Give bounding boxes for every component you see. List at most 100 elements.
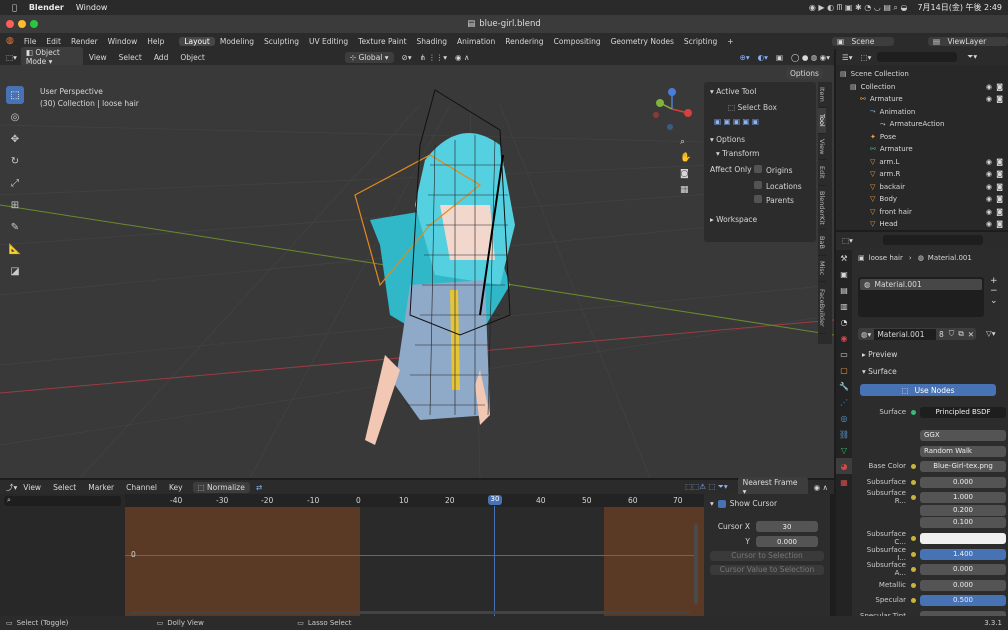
data-tab-icon[interactable]: ▽ [836, 442, 852, 458]
material-users-count[interactable]: 8 [936, 330, 947, 339]
fake-user-shield-icon[interactable]: ⛉ [947, 329, 957, 339]
render-camera-icon[interactable]: ◙ [996, 95, 1003, 103]
tab-rendering[interactable]: Rendering [500, 37, 548, 46]
timeline-menu-view[interactable]: View [17, 483, 47, 492]
render-tab-icon[interactable]: ▣ [836, 266, 852, 282]
socket-dot-icon[interactable] [911, 535, 916, 541]
visibility-eye-icon[interactable]: ◉ [986, 220, 992, 228]
shader-row-field[interactable] [920, 532, 1006, 544]
surface-panel-header[interactable]: ▾ Surface [862, 367, 897, 376]
viewport-menu-select[interactable]: Select [113, 53, 148, 62]
use-nodes-button[interactable]: ⬚ Use Nodes [860, 384, 996, 396]
outliner-row[interactable]: ✦ Pose [836, 131, 1008, 144]
scale-tool-icon[interactable]: ⤢ [6, 174, 24, 192]
tab-layout[interactable]: Layout [179, 36, 215, 46]
view-layer-tab-icon[interactable]: ▥ [836, 298, 852, 314]
tab-item[interactable]: Item [818, 82, 826, 108]
current-frame-indicator[interactable]: 30 [488, 495, 502, 505]
menu-file[interactable]: File [19, 37, 42, 46]
render-camera-icon[interactable]: ◙ [996, 220, 1003, 228]
shader-row-field[interactable]: 0.200 [920, 504, 1006, 516]
duplicate-material-icon[interactable]: ⧉ [956, 329, 965, 339]
navigation-gizmo[interactable] [650, 87, 694, 131]
transform-header[interactable]: ▾ Transform [704, 146, 816, 161]
object-tab-icon[interactable]: ▢ [836, 362, 852, 378]
outliner-row[interactable]: ▤ Collection ◉ ◙ [836, 81, 1008, 94]
render-camera-icon[interactable]: ◙ [996, 170, 1003, 178]
remove-slot-button[interactable]: − [990, 286, 998, 296]
parents-checkbox[interactable]: Parents [704, 193, 816, 207]
playhead-line[interactable] [494, 506, 495, 616]
render-camera-icon[interactable]: ◙ [996, 195, 1003, 203]
grid-icon[interactable]: ▦ [680, 185, 691, 195]
material-slot-list[interactable]: ◍ Material.001 [858, 277, 984, 317]
socket-dot-icon[interactable] [911, 494, 916, 500]
show-cursor-checkbox[interactable]: ▾ Show Cursor [704, 494, 830, 513]
tab-geometry-nodes[interactable]: Geometry Nodes [606, 37, 679, 46]
proportional-edit-icon[interactable]: ◉ ∧ [808, 483, 834, 492]
annotate-tool-icon[interactable]: ✎ [6, 218, 24, 236]
cursor-tool-icon[interactable]: ◎ [6, 108, 24, 126]
blender-logo-icon[interactable]: ◍ [0, 36, 19, 46]
apple-icon[interactable]:  [12, 3, 17, 12]
measure-tool-icon[interactable]: 📐 [6, 240, 24, 258]
outliner-search-input[interactable] [877, 52, 958, 62]
cursor-to-selection-button[interactable]: Cursor to Selection [710, 551, 824, 561]
shader-row-field[interactable]: Blue-Girl-tex.png [920, 460, 1006, 472]
minimize-window-button[interactable] [18, 20, 26, 28]
outliner-filter-icon[interactable]: ⬚▾ [861, 53, 872, 62]
visibility-eye-icon[interactable]: ◉ [986, 195, 992, 203]
constraints-tab-icon[interactable]: ⛓ [836, 426, 852, 442]
shader-row-field[interactable]: Random Walk [920, 445, 1006, 457]
viewport-menu-object[interactable]: Object [174, 53, 210, 62]
visibility-eye-icon[interactable]: ◉ [986, 183, 992, 191]
unlink-material-close-icon[interactable]: ✕ [966, 330, 976, 339]
tab-compositing[interactable]: Compositing [549, 37, 606, 46]
viewport-menu-add[interactable]: Add [148, 53, 175, 62]
viewlayer-selector[interactable]: ▤ ViewLayer [928, 36, 1008, 46]
shader-row-field[interactable]: 0.000 [920, 476, 1006, 488]
render-camera-icon[interactable]: ◙ [996, 208, 1003, 216]
shader-row-field[interactable]: 0.000 [920, 563, 1006, 575]
clock[interactable]: 7月14日(金) 午後 2:49 [917, 2, 1002, 13]
normalize-toggle[interactable]: ⬚ Normalize [192, 481, 250, 493]
pivot-icon[interactable]: ⊘▾ [394, 53, 412, 62]
scene-selector[interactable]: ▣ Scene [832, 36, 894, 46]
shading-modes[interactable]: ◯ ● ◍ ◉▾ [787, 53, 834, 62]
shader-row-field[interactable]: Principled BSDF [920, 406, 1006, 418]
zoom-icon[interactable]: ⌕ [680, 137, 691, 147]
status-icons[interactable]: ◉ ▶ ◐ ᗰ ▣ ✱ ◔ ◡ ▤ ⌕ ◒ [809, 3, 908, 13]
tab-shading[interactable]: Shading [412, 37, 452, 46]
link-funnel-icon[interactable]: ▽▾ [986, 329, 996, 338]
material-name-field[interactable]: Material.001 [874, 328, 936, 340]
overlay-icon[interactable]: ◐▾ [754, 53, 772, 62]
tab-texture-paint[interactable]: Texture Paint [353, 37, 411, 46]
timeline-menu-select[interactable]: Select [47, 483, 82, 492]
tab-misc[interactable]: Misc [818, 256, 826, 282]
cursor-y-field[interactable]: 0.000 [756, 536, 818, 547]
visibility-eye-icon[interactable]: ◉ [986, 83, 992, 91]
outliner-row[interactable]: ▽ Head ◉ ◙ [836, 218, 1008, 231]
socket-dot-icon[interactable] [911, 597, 916, 603]
locations-checkbox[interactable]: Locations [704, 179, 816, 193]
outliner-row[interactable]: ▽ Body ◉ ◙ [836, 193, 1008, 206]
active-tool-header[interactable]: ▾ Active Tool [704, 82, 816, 101]
visibility-eye-icon[interactable]: ◉ [986, 208, 992, 216]
modifier-tab-icon[interactable]: 🔧 [836, 378, 852, 394]
select-mode-icons[interactable]: ▣ ▣ ▣ ▣ ▣ [704, 114, 816, 129]
move-tool-icon[interactable]: ✥ [6, 130, 24, 148]
socket-dot-icon[interactable] [911, 479, 916, 485]
add-slot-button[interactable]: + [990, 276, 998, 286]
transform-tool-icon[interactable]: ⊞ [6, 196, 24, 214]
outliner-row[interactable]: ▤ Scene Collection [836, 68, 1008, 81]
outliner-row[interactable]: ⤳ ArmatureAction [836, 118, 1008, 131]
material-datablock[interactable]: ◍▾ Material.001 8 ⛉ ⧉ ✕ [858, 328, 976, 340]
graph-editor-icon[interactable]: ⤴▾ [0, 482, 17, 493]
rotate-tool-icon[interactable]: ↻ [6, 152, 24, 170]
outliner-editor-icon[interactable]: ☰▾ [842, 53, 853, 62]
menu-window[interactable]: Window [103, 37, 143, 46]
select-box-row[interactable]: ⬚ Select Box [704, 101, 816, 114]
tab-tool[interactable]: Tool [818, 108, 826, 134]
viewport-menu-view[interactable]: View [83, 53, 113, 62]
outliner-row[interactable]: ▽ arm.L ◉ ◙ [836, 156, 1008, 169]
